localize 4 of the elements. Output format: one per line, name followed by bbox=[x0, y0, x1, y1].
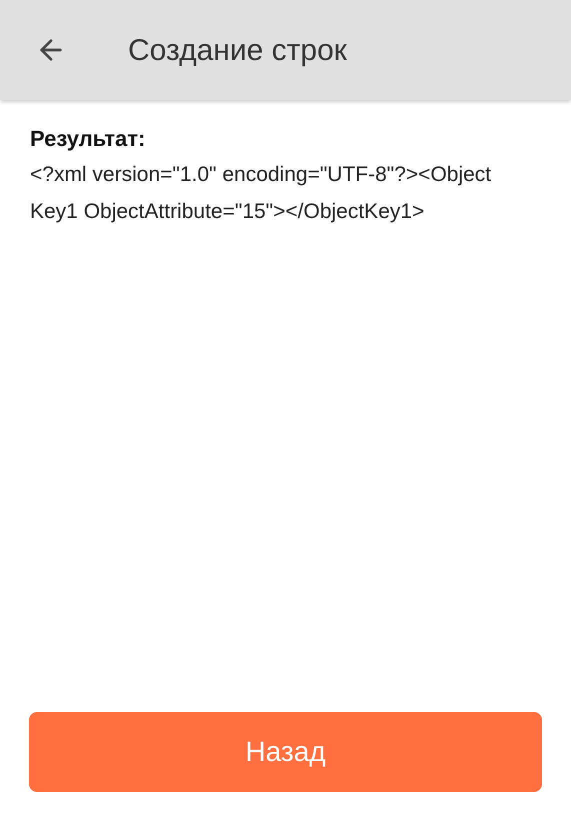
result-text: <?xml version="1.0" encoding="UTF-8"?><ObjectKey1 ObjectAttribute="15"></ObjectKey1> bbox=[30, 162, 492, 225]
result-label: Результат: bbox=[30, 125, 146, 153]
back-action-button[interactable]: Назад bbox=[29, 712, 542, 792]
header-title: Создание строк bbox=[128, 32, 347, 68]
